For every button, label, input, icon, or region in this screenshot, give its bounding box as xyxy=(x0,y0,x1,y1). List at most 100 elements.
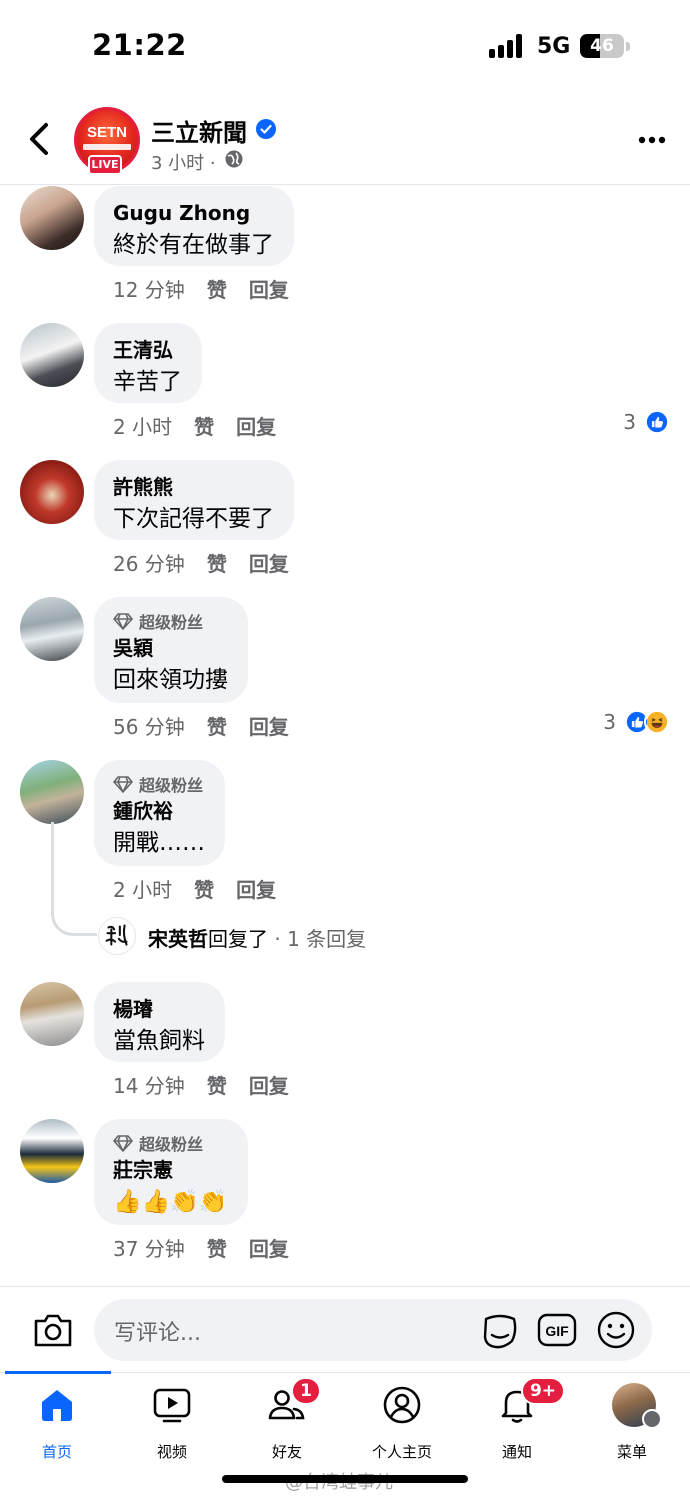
tab-friends[interactable]: 1 好友 xyxy=(232,1377,342,1462)
reply-link[interactable]: 回复 xyxy=(249,715,289,739)
reply-count[interactable]: · 1 条回复 xyxy=(268,927,366,951)
like-link[interactable]: 赞 xyxy=(207,715,227,739)
page-name[interactable]: 三立新聞 xyxy=(151,113,247,148)
reply-author-name[interactable]: 宋英哲 xyxy=(148,927,208,951)
comment-bubble[interactable]: 超级粉丝 莊宗憲 👍👍👏👏 xyxy=(94,1119,248,1225)
page-logo-text: SETN xyxy=(86,124,127,141)
tab-label: 视频 xyxy=(156,1443,187,1461)
comment-composer: 写评论... GIF xyxy=(0,1286,690,1372)
like-link[interactable]: 赞 xyxy=(207,1074,227,1098)
commenter-name[interactable]: 楊璿 xyxy=(113,994,205,1024)
commenter-avatar[interactable] xyxy=(20,597,84,661)
notifications-badge: 9+ xyxy=(521,1377,565,1405)
tab-label: 菜单 xyxy=(616,1443,647,1461)
comment-input[interactable]: 写评论... GIF xyxy=(94,1299,652,1361)
commenter-name[interactable]: 鍾欣裕 xyxy=(113,796,205,826)
commenter-avatar[interactable] xyxy=(20,460,84,524)
reply-thread-line xyxy=(51,822,97,936)
reply-link[interactable]: 回复 xyxy=(249,1237,289,1261)
commenter-avatar[interactable] xyxy=(20,982,84,1046)
like-link[interactable]: 赞 xyxy=(207,278,227,302)
reaction-count: 3 xyxy=(603,710,616,734)
friends-icon-wrap: 1 xyxy=(267,1377,321,1425)
comment-text: 終於有在做事了 xyxy=(113,232,274,258)
reply-link[interactable]: 回复 xyxy=(249,278,289,302)
tab-home[interactable]: 首页 xyxy=(2,1385,112,1462)
active-tab-indicator xyxy=(5,1371,111,1374)
back-button[interactable] xyxy=(22,119,58,159)
like-link[interactable]: 赞 xyxy=(194,878,214,902)
commenter-name[interactable]: 許熊熊 xyxy=(113,472,274,502)
reply-link[interactable]: 回复 xyxy=(236,415,276,439)
commenter-name[interactable]: 王清弘 xyxy=(113,335,182,365)
gif-icon[interactable]: GIF xyxy=(537,1312,577,1348)
reply-author-avatar[interactable] xyxy=(98,917,136,955)
page-logo-bar xyxy=(83,144,131,150)
profile-icon xyxy=(383,1386,421,1424)
comment-actions: 2 小时赞回复 xyxy=(113,874,298,903)
comment-text: 回來領功摟 xyxy=(113,667,228,693)
comment-actions: 56 分钟赞回复 xyxy=(113,711,311,740)
diamond-icon xyxy=(113,1135,133,1152)
tab-profile[interactable]: 个人主页 xyxy=(347,1385,457,1462)
comment-actions: 12 分钟赞回复 xyxy=(113,274,311,303)
comment-time: 37 分钟 xyxy=(113,1237,185,1261)
emoji-icon[interactable] xyxy=(596,1310,636,1350)
reply-link[interactable]: 回复 xyxy=(249,1074,289,1098)
comment-time: 14 分钟 xyxy=(113,1074,185,1098)
svg-text:GIF: GIF xyxy=(545,1323,569,1339)
tab-notifications[interactable]: 9+ 通知 xyxy=(462,1377,572,1462)
reaction-count: 3 xyxy=(623,410,636,434)
like-link[interactable]: 赞 xyxy=(194,415,214,439)
reaction-summary[interactable]: 3 xyxy=(623,409,670,435)
diamond-icon xyxy=(113,613,133,630)
commenter-name[interactable]: Gugu Zhong xyxy=(113,198,274,228)
comment-bubble[interactable]: 王清弘 辛苦了 xyxy=(94,323,202,403)
comment-time: 2 小时 xyxy=(113,415,173,439)
comment-time: 56 分钟 xyxy=(113,715,185,739)
like-link[interactable]: 赞 xyxy=(207,1237,227,1261)
comment-actions: 26 分钟赞回复 xyxy=(113,548,311,577)
commenter-name[interactable]: 莊宗憲 xyxy=(113,1155,228,1185)
comment-bubble[interactable]: 超级粉丝 鍾欣裕 開戰…… xyxy=(94,760,225,866)
globe-icon xyxy=(225,150,243,168)
video-icon xyxy=(153,1388,191,1423)
home-icon xyxy=(42,1390,72,1421)
comment-bubble[interactable]: 許熊熊 下次記得不要了 xyxy=(94,460,294,540)
tab-menu[interactable]: 菜单 xyxy=(577,1383,687,1462)
like-link[interactable]: 赞 xyxy=(207,552,227,576)
status-bar: 21:22 5G 46 xyxy=(0,0,690,95)
home-indicator[interactable] xyxy=(222,1475,468,1483)
more-options-button[interactable] xyxy=(638,135,666,145)
post-time: 3 小时 · xyxy=(151,153,216,174)
comment-actions: 37 分钟赞回复 xyxy=(113,1233,311,1262)
reply-link[interactable]: 回复 xyxy=(249,552,289,576)
comment-text: 當魚飼料 xyxy=(113,1028,205,1054)
reply-action: 回复了 xyxy=(208,927,268,951)
battery-tip xyxy=(626,42,630,51)
reply-link[interactable]: 回复 xyxy=(236,878,276,902)
commenter-name[interactable]: 吳穎 xyxy=(113,633,228,663)
comment-bubble[interactable]: 楊璿 當魚飼料 xyxy=(94,982,225,1062)
comment-bubble[interactable]: Gugu Zhong 終於有在做事了 xyxy=(94,186,294,266)
commenter-avatar[interactable] xyxy=(20,186,84,250)
sticker-icon[interactable] xyxy=(480,1311,520,1351)
battery-percent: 46 xyxy=(590,36,614,56)
comment-actions: 14 分钟赞回复 xyxy=(113,1070,311,1099)
tab-label: 首页 xyxy=(41,1443,72,1461)
reply-summary[interactable]: 宋英哲回复了 · 1 条回复 xyxy=(148,923,366,952)
top-fan-label: 超级粉丝 xyxy=(139,613,204,632)
commenter-avatar[interactable] xyxy=(20,760,84,824)
commenter-avatar[interactable] xyxy=(20,323,84,387)
comment-text: 辛苦了 xyxy=(113,369,182,395)
comment-bubble[interactable]: 超级粉丝 吳穎 回來領功摟 xyxy=(94,597,248,703)
top-fan-label: 超级粉丝 xyxy=(139,776,204,795)
camera-button[interactable] xyxy=(32,1311,74,1349)
tab-label: 通知 xyxy=(501,1443,532,1461)
tab-video[interactable]: 视频 xyxy=(117,1385,227,1462)
comment-text: 👍👍👏👏 xyxy=(113,1189,228,1215)
commenter-avatar[interactable] xyxy=(20,1119,84,1183)
top-fan-label: 超级粉丝 xyxy=(139,1135,204,1154)
tab-label: 个人主页 xyxy=(371,1443,432,1461)
reaction-summary[interactable]: 3 xyxy=(603,709,670,735)
